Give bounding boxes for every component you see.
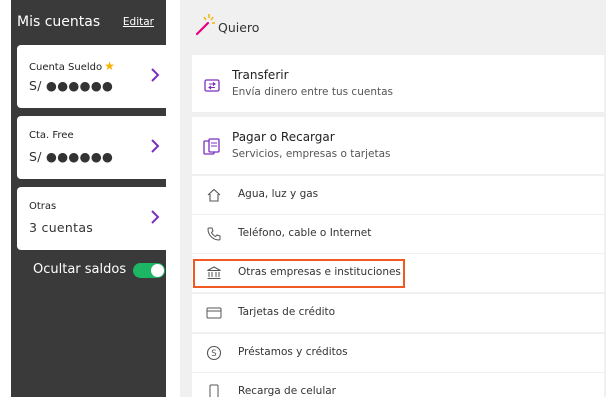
mobile-icon — [209, 384, 219, 397]
home-icon — [207, 188, 221, 202]
chevron-right-icon — [151, 68, 160, 82]
coin-icon: S — [206, 345, 222, 361]
magic-wand-icon — [195, 14, 215, 36]
list-item-label: Agua, luz y gas — [238, 188, 319, 200]
list-item-tarjetas-credito[interactable]: Tarjetas de crédito — [192, 294, 604, 332]
svg-text:S: S — [211, 349, 216, 359]
account-balance: S/ ●●●●●● — [29, 78, 114, 93]
list-item-label: Préstamos y créditos — [238, 346, 348, 358]
account-name: Cta. Free — [29, 130, 74, 141]
list-item-label: Tarjetas de crédito — [238, 306, 336, 318]
list-item-label: Teléfono, cable o Internet — [238, 227, 372, 239]
account-card-otras[interactable]: Otras 3 cuentas — [17, 187, 171, 250]
accounts-sidebar: Mis cuentas Editar Cuenta Sueldo ★ S/ ●●●… — [11, 0, 171, 397]
sidebar-title: Mis cuentas — [17, 14, 101, 30]
transfer-title: Transferir — [232, 68, 289, 82]
highlight-box — [193, 259, 405, 288]
star-icon: ★ — [104, 59, 115, 73]
transfer-icon — [204, 79, 220, 92]
hide-balances-label: Ocultar saldos — [33, 262, 127, 277]
pay-recharge-subtitle: Servicios, empresas o tarjetas — [232, 148, 391, 160]
hide-balances-toggle[interactable] — [133, 263, 165, 278]
list-item-telefono-cable-internet[interactable]: Teléfono, cable o Internet — [192, 215, 604, 253]
documents-icon — [203, 138, 220, 155]
account-name: Otras — [29, 201, 57, 212]
edit-accounts-link[interactable]: Editar — [123, 16, 154, 28]
account-name: Cuenta Sueldo ★ — [29, 59, 115, 73]
account-balance: S/ ●●●●●● — [29, 149, 114, 164]
chevron-right-icon — [151, 139, 160, 153]
hide-balances-row: Ocultar saldos — [11, 260, 166, 282]
list-item-label: Recarga de celular — [238, 385, 336, 397]
chevron-right-icon — [151, 210, 160, 224]
toggle-knob — [151, 264, 164, 277]
pay-recharge-title: Pagar o Recargar — [232, 130, 335, 144]
sidebar-header: Mis cuentas Editar — [11, 12, 166, 36]
quiero-title: Quiero — [218, 20, 260, 35]
credit-card-icon — [206, 307, 222, 319]
list-item-recarga-celular[interactable]: Recarga de celular — [192, 373, 604, 397]
list-item-agua-luz-gas[interactable]: Agua, luz y gas — [192, 176, 604, 214]
account-count: 3 cuentas — [29, 220, 94, 235]
main-panel: Quiero Transferir Envía dinero entre tus… — [180, 0, 606, 397]
phone-icon — [207, 227, 221, 241]
account-card-cta-free[interactable]: Cta. Free S/ ●●●●●● — [17, 116, 171, 179]
account-card-cuenta-sueldo[interactable]: Cuenta Sueldo ★ S/ ●●●●●● — [17, 45, 171, 108]
list-item-prestamos-creditos[interactable]: S Préstamos y créditos — [192, 334, 604, 372]
transfer-subtitle: Envía dinero entre tus cuentas — [232, 86, 393, 98]
transfer-card[interactable]: Transferir Envía dinero entre tus cuenta… — [192, 55, 604, 112]
pay-recharge-card[interactable]: Pagar o Recargar Servicios, empresas o t… — [192, 117, 604, 174]
